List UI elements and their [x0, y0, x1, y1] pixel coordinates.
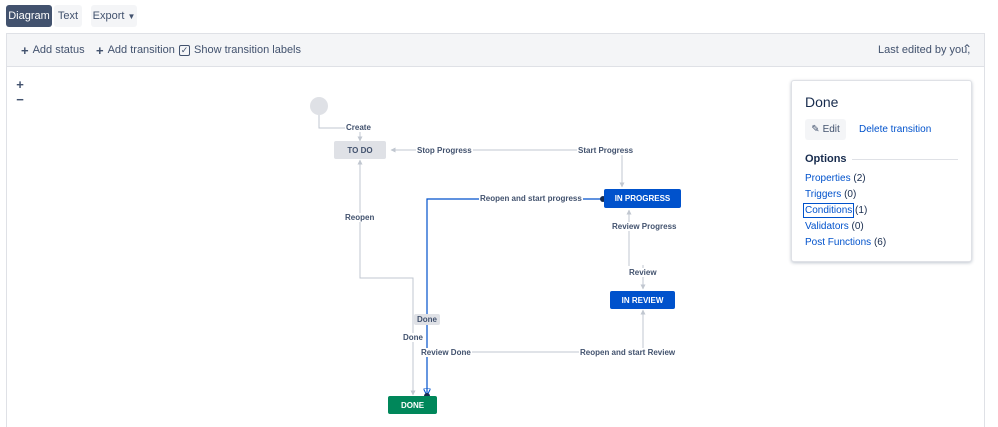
- option-triggers: Triggers (0): [805, 189, 856, 200]
- option-triggers-count: (0): [844, 189, 857, 200]
- pencil-icon: ✎: [811, 124, 820, 135]
- transition-label-review-progress[interactable]: Review Progress: [611, 222, 678, 231]
- option-post-functions-link[interactable]: Post Functions: [805, 237, 871, 248]
- transition-label-done-selected[interactable]: Done: [414, 314, 440, 325]
- option-properties-link[interactable]: Properties: [805, 173, 851, 184]
- status-in-progress[interactable]: IN PROGRESS: [604, 189, 681, 208]
- options-heading: Options: [805, 153, 847, 165]
- transition-label-reopen-start-review[interactable]: Reopen and start Review: [579, 348, 677, 357]
- option-validators-count: (0): [851, 221, 864, 232]
- transition-label-review-done[interactable]: Review Done: [420, 348, 472, 357]
- transition-label-create[interactable]: Create: [345, 123, 372, 132]
- transition-label-review[interactable]: Review: [628, 268, 658, 277]
- delete-transition-link[interactable]: Delete transition: [859, 124, 931, 135]
- option-post-functions-count: (6): [873, 237, 887, 248]
- options-divider: [852, 159, 958, 160]
- option-conditions-count: (1): [855, 205, 868, 216]
- edit-button[interactable]: ✎ Edit: [805, 119, 846, 140]
- option-validators-link[interactable]: Validators: [805, 221, 849, 232]
- edit-label: Edit: [822, 124, 840, 135]
- transition-details-panel: Done ✎ Edit Delete transition Options Pr…: [791, 80, 972, 262]
- option-validators: Validators (0): [805, 221, 864, 232]
- panel-title: Done: [805, 94, 839, 110]
- option-triggers-link[interactable]: Triggers: [805, 189, 841, 200]
- transition-label-start-progress[interactable]: Start Progress: [577, 146, 635, 155]
- option-conditions-link[interactable]: Conditions: [802, 203, 855, 218]
- option-post-functions: Post Functions (6): [805, 237, 886, 248]
- initial-node[interactable]: [310, 97, 328, 115]
- status-todo[interactable]: TO DO: [334, 141, 386, 159]
- transition-label-reopen[interactable]: Reopen: [344, 213, 376, 222]
- option-properties-count: (2): [853, 173, 866, 184]
- connector-selected-done: [427, 198, 603, 395]
- transition-label-stop-progress[interactable]: Stop Progress: [416, 146, 473, 155]
- status-done[interactable]: DONE: [388, 396, 437, 414]
- option-properties: Properties (2): [805, 173, 866, 184]
- option-conditions: Conditions (1): [802, 203, 868, 218]
- transition-label-reopen-start-progress[interactable]: Reopen and start progress: [479, 194, 583, 203]
- connector-reopen: [357, 159, 414, 395]
- status-in-review[interactable]: IN REVIEW: [610, 291, 675, 309]
- transition-label-done[interactable]: Done: [402, 333, 424, 342]
